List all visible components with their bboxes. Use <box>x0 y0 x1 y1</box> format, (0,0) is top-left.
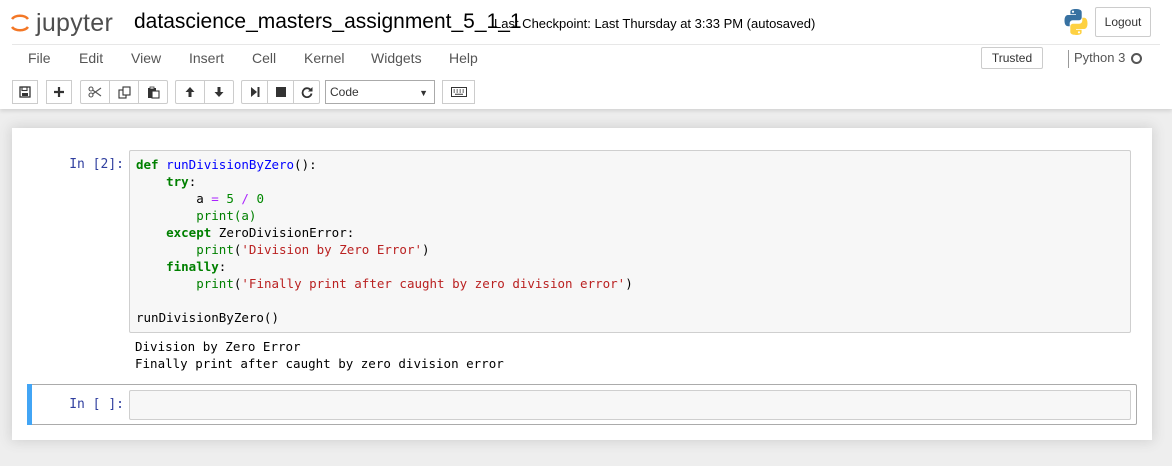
code-token: : <box>188 174 197 189</box>
code-token: (): <box>294 157 317 172</box>
code-token: runDivisionByZero <box>166 157 295 172</box>
code-token: a <box>136 191 212 206</box>
code-token: 5 <box>226 191 234 206</box>
insert-cell-button[interactable] <box>46 80 72 104</box>
code-token: 0 <box>256 191 264 206</box>
code-token: print <box>196 208 234 223</box>
code-token: ) <box>625 276 633 291</box>
arrow-down-icon <box>214 87 224 97</box>
arrow-up-icon <box>185 87 195 97</box>
code-token: 'Finally print after caught by zero divi… <box>241 276 626 291</box>
code-token: print <box>196 242 234 257</box>
logo-text: jupyter <box>36 8 114 37</box>
menu-cell[interactable]: Cell <box>252 50 276 66</box>
cell-type-value: Code <box>330 85 359 99</box>
cut-icon <box>88 86 102 98</box>
restart-icon <box>301 87 312 98</box>
code-line: finally: <box>136 258 633 275</box>
header: jupyter datascience_masters_assignment_5… <box>0 0 1172 109</box>
interrupt-button[interactable] <box>267 80 294 104</box>
step-forward-icon <box>250 87 259 97</box>
code-token: runDivisionByZero() <box>136 310 279 325</box>
code-token: (a) <box>233 208 257 223</box>
code-line: a = 5 / 0 <box>136 190 633 207</box>
move-down-button[interactable] <box>204 80 234 104</box>
code-line: runDivisionByZero() <box>136 309 633 326</box>
code-line: def runDivisionByZero(): <box>136 156 633 173</box>
jupyter-icon <box>10 14 30 32</box>
keyboard-icon <box>450 87 467 97</box>
kernel-name: Python 3 <box>1074 50 1126 65</box>
chevron-down-icon: ▼ <box>419 88 428 98</box>
save-icon <box>19 86 31 98</box>
notebook-name[interactable]: datascience_masters_assignment_5_1_1 <box>134 10 522 34</box>
copy-button[interactable] <box>109 80 139 104</box>
run-button[interactable] <box>241 80 268 104</box>
code-token: print <box>196 276 234 291</box>
menu-file[interactable]: File <box>28 50 51 66</box>
code-token: finally <box>166 259 219 274</box>
cell-1-code: def runDivisionByZero(): try: a = 5 / 0 … <box>136 156 633 326</box>
stop-icon <box>275 87 286 97</box>
code-token: 'Division by Zero Error' <box>241 242 423 257</box>
kernel-idle-icon <box>1131 53 1142 64</box>
paste-button[interactable] <box>138 80 168 104</box>
menubar: File Edit View Insert Cell Kernel Widget… <box>12 44 1160 72</box>
cell-1-output: Division by Zero Error Finally print aft… <box>135 339 504 371</box>
code-token: ) <box>422 242 430 257</box>
menu-edit[interactable]: Edit <box>79 50 103 66</box>
cell-2-code-editor[interactable] <box>129 390 1131 420</box>
code-token: def <box>136 157 159 172</box>
cut-button[interactable] <box>80 80 110 104</box>
code-token: except <box>166 225 212 240</box>
checkpoint-status: Last Checkpoint: Last Thursday at 3:33 P… <box>494 16 816 31</box>
save-button[interactable] <box>12 80 38 104</box>
cell-2-input-prompt: In [ ]: <box>69 397 124 412</box>
code-token: try <box>166 174 189 189</box>
code-token: ZeroDivisionError: <box>211 225 355 240</box>
menu-view[interactable]: View <box>131 50 161 66</box>
cell-1-code-editor[interactable]: def runDivisionByZero(): try: a = 5 / 0 … <box>129 150 1131 333</box>
code-line: print('Division by Zero Error') <box>136 241 633 258</box>
code-line: try: <box>136 173 633 190</box>
menu-kernel[interactable]: Kernel <box>304 50 344 66</box>
cell-type-select[interactable]: Code ▼ <box>325 80 435 104</box>
code-line: print('Finally print after caught by zer… <box>136 275 633 292</box>
code-line: except ZeroDivisionError: <box>136 224 633 241</box>
menu-help[interactable]: Help <box>449 50 478 66</box>
move-up-button[interactable] <box>175 80 205 104</box>
paste-icon <box>147 86 160 99</box>
jupyter-logo[interactable]: jupyter <box>10 8 113 38</box>
restart-button[interactable] <box>293 80 320 104</box>
plus-icon <box>54 87 64 97</box>
menu-widgets[interactable]: Widgets <box>371 50 422 66</box>
menu-insert[interactable]: Insert <box>189 50 224 66</box>
cell-1-input-prompt: In [2]: <box>69 157 124 172</box>
notebook-container: In [2]: def runDivisionByZero(): try: a … <box>12 128 1152 440</box>
command-palette-button[interactable] <box>442 80 475 104</box>
code-token: : <box>218 259 227 274</box>
copy-icon <box>117 85 131 99</box>
python-icon <box>1064 9 1088 35</box>
logout-button[interactable]: Logout <box>1095 7 1151 37</box>
trusted-indicator[interactable]: Trusted <box>981 47 1043 69</box>
kernel-separator <box>1068 50 1069 68</box>
code-token: = <box>211 191 219 206</box>
code-token: / <box>241 191 249 206</box>
code-line: print(a) <box>136 207 633 224</box>
